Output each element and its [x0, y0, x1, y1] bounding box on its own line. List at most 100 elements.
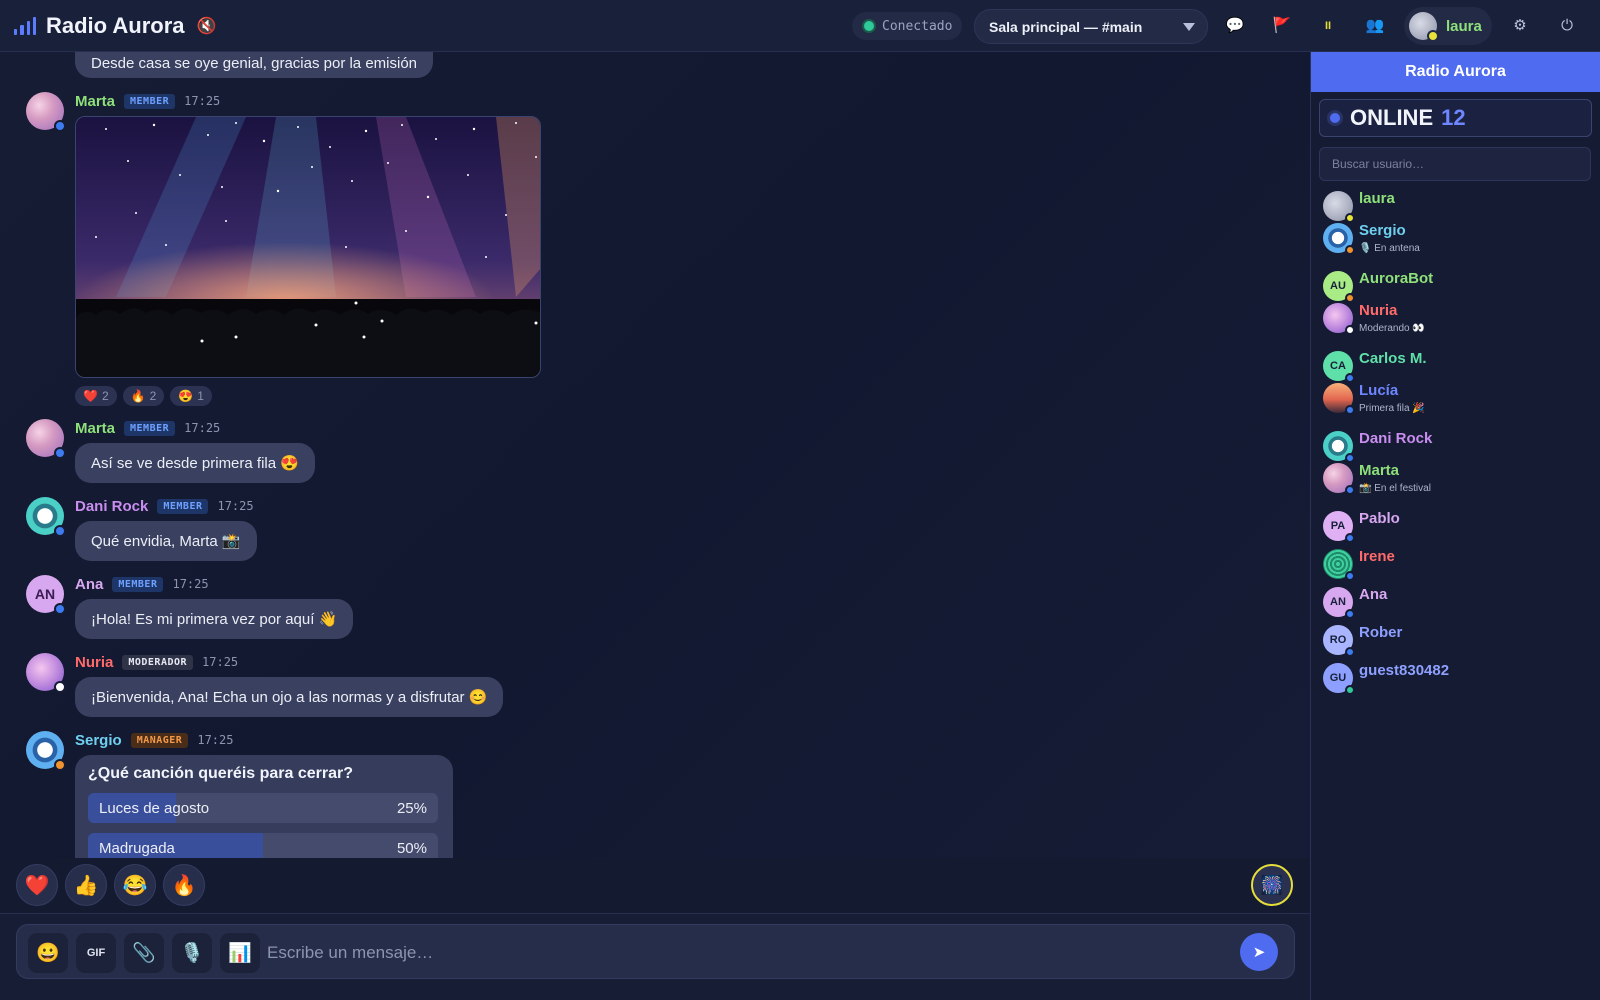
status-dot-icon: [1345, 685, 1355, 695]
user-list-item[interactable]: AN Ana: [1323, 586, 1593, 619]
avatar[interactable]: [26, 653, 66, 693]
laugh-reaction-button[interactable]: 😂: [114, 864, 156, 906]
pause-icon[interactable]: II: [1316, 14, 1340, 38]
user-list-item[interactable]: laura: [1323, 190, 1593, 223]
mic-button[interactable]: 🎙️: [172, 933, 212, 973]
user-list-item[interactable]: Sergio 🎙️ En antena: [1323, 222, 1593, 255]
reactions-row: ❤️ 2 🔥 2 😍 1: [75, 386, 212, 406]
power-icon[interactable]: ⏻: [1555, 14, 1579, 38]
heart-reaction-button[interactable]: ❤️: [16, 864, 58, 906]
avatar-initials: PA: [1330, 520, 1346, 532]
status-dot-icon: [864, 21, 874, 31]
attach-button[interactable]: 📎: [124, 933, 164, 973]
user-status: 📸 En el festival: [1359, 483, 1431, 494]
message-input[interactable]: [267, 933, 1217, 973]
users-icon[interactable]: 👥: [1363, 14, 1387, 38]
reaction-count: 2: [149, 389, 157, 403]
quick-reactions: ❤️ 👍 😂 🔥: [16, 864, 205, 906]
avatar[interactable]: [26, 731, 66, 771]
signal-bars-icon: [14, 16, 36, 35]
fire-reaction-button[interactable]: 🔥: [163, 864, 205, 906]
user-list-item[interactable]: Lucía Primera fila 🎉: [1323, 382, 1593, 415]
message-time: 17:25: [172, 577, 209, 591]
poll-option-percent: 25%: [396, 799, 427, 817]
avatar: [1323, 463, 1355, 495]
emoji-button[interactable]: 😀: [28, 933, 68, 973]
status-dot-icon: [1345, 245, 1355, 255]
status-dot-icon: [1345, 571, 1355, 581]
poll-question: ¿Qué canción queréis para cerrar?: [88, 765, 353, 782]
user-list-item[interactable]: Nuria Moderando 👀: [1323, 302, 1593, 335]
avatar[interactable]: [26, 497, 66, 537]
avatar: GU: [1323, 663, 1355, 695]
fire-icon: 🔥: [130, 389, 146, 403]
settings-icon[interactable]: ⚙: [1508, 14, 1532, 38]
avatar: [1323, 549, 1355, 581]
avatar: [1323, 223, 1355, 255]
user-name: Dani Rock: [1359, 430, 1433, 447]
message-author[interactable]: Nuria: [75, 654, 113, 671]
role-dot-icon: [54, 759, 66, 771]
app-title: Radio Aurora: [46, 12, 185, 38]
poll-card: ¿Qué canción queréis para cerrar? Luces …: [75, 755, 453, 858]
room-select[interactable]: Sala principal — #main: [974, 9, 1208, 44]
role-badge: MEMBER: [112, 576, 164, 592]
avatar: [1323, 191, 1355, 223]
user-list-item[interactable]: Marta 📸 En el festival: [1323, 462, 1593, 495]
user-list-item[interactable]: AU AuroraBot: [1323, 270, 1593, 303]
reaction-chip[interactable]: ❤️ 2: [75, 386, 117, 406]
fireworks-button[interactable]: 🎆: [1251, 864, 1293, 906]
avatar: AU: [1323, 271, 1355, 303]
thumbs-up-reaction-button[interactable]: 👍: [65, 864, 107, 906]
avatar: [1323, 431, 1355, 463]
chat-feed[interactable]: Desde casa se oye genial, gracias por la…: [0, 52, 1310, 858]
user-name: Irene: [1359, 548, 1395, 565]
avatar-initials: GU: [1329, 672, 1347, 684]
user-list-item[interactable]: CA Carlos M.: [1323, 350, 1593, 383]
user-list-item[interactable]: Irene: [1323, 548, 1593, 581]
message-meta: Dani Rock MEMBER 17:25: [75, 497, 254, 515]
avatar[interactable]: AN: [26, 575, 66, 615]
current-user-menu[interactable]: laura: [1404, 7, 1492, 45]
user-search-input[interactable]: [1319, 147, 1591, 181]
flag-icon[interactable]: 🚩: [1270, 14, 1294, 38]
message-author[interactable]: Marta: [75, 93, 115, 110]
avatar[interactable]: [26, 419, 66, 459]
user-list-item[interactable]: PA Pablo: [1323, 510, 1593, 543]
gif-button[interactable]: GIF: [76, 933, 116, 973]
heart-eyes-icon: 😍: [178, 389, 194, 403]
reaction-chip[interactable]: 🔥 2: [122, 386, 165, 406]
reaction-chip[interactable]: 😍 1: [170, 386, 212, 406]
message-author[interactable]: Dani Rock: [75, 498, 148, 515]
avatar[interactable]: [26, 92, 66, 132]
mute-icon[interactable]: 🔇: [197, 16, 217, 36]
avatar-initials: AN: [1330, 596, 1346, 608]
online-counter: ONLINE 12: [1319, 99, 1592, 137]
avatar-initials: AU: [1330, 280, 1346, 292]
send-button[interactable]: ➤: [1240, 933, 1278, 971]
poll-option[interactable]: Madrugada 50%: [88, 833, 438, 858]
message-author[interactable]: Sergio: [75, 732, 122, 749]
user-name: Pablo: [1359, 510, 1400, 527]
user-list-item[interactable]: GU guest830482: [1323, 662, 1593, 695]
message-bubble: Qué envidia, Marta 📸: [75, 521, 257, 561]
user-list-item[interactable]: RO Rober: [1323, 624, 1593, 657]
poll-button[interactable]: 📊: [220, 933, 260, 973]
user-name: guest830482: [1359, 662, 1450, 679]
heart-icon: ❤️: [83, 389, 98, 403]
poll-option[interactable]: Luces de agosto 25%: [88, 793, 438, 823]
user-list-item[interactable]: Dani Rock: [1323, 430, 1593, 463]
reaction-count: 2: [101, 389, 109, 403]
shared-photo[interactable]: [75, 116, 541, 378]
chat-icon[interactable]: 💬: [1223, 14, 1247, 38]
message-bubble: Desde casa se oye genial, gracias por la…: [75, 52, 434, 78]
message-author[interactable]: Marta: [75, 420, 115, 437]
current-user-name: laura: [1446, 17, 1482, 35]
composer-area: 😀 GIF 📎 🎙️ 📊 ➤: [0, 913, 1310, 1000]
message-author[interactable]: Ana: [75, 576, 103, 593]
poll-option-label: Madrugada: [99, 839, 175, 857]
user-name: laura: [1359, 190, 1395, 207]
user-name: Marta: [1359, 462, 1400, 479]
message-time: 17:25: [184, 94, 221, 108]
avatar: [1323, 383, 1355, 415]
